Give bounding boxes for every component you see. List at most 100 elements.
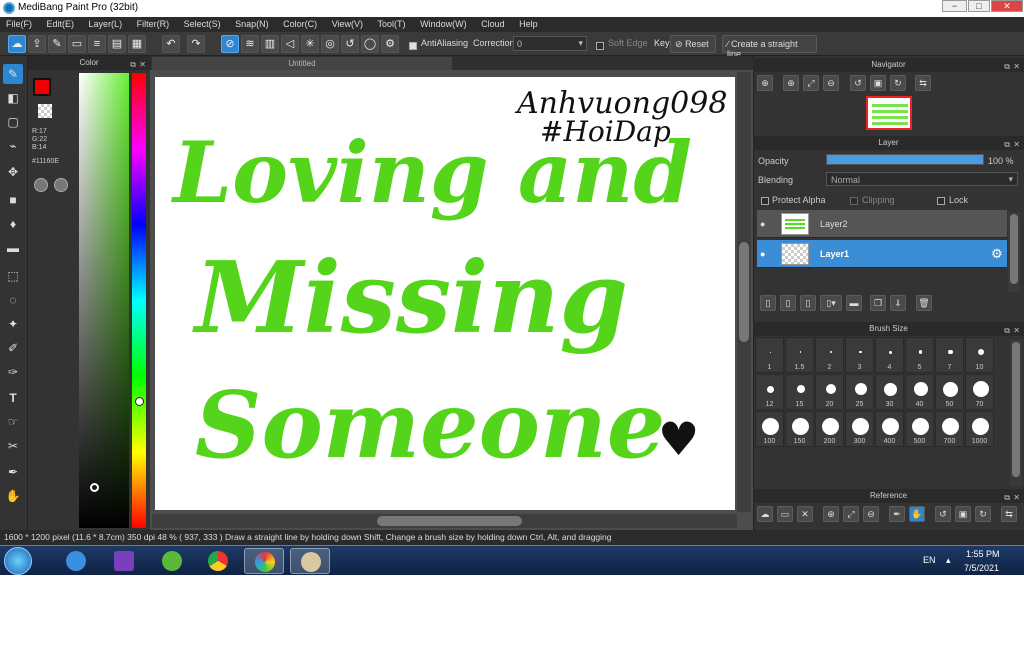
palette-add-icon[interactable] bbox=[54, 178, 68, 192]
menu-select[interactable]: Select(S) bbox=[178, 17, 227, 29]
rotate-left-icon[interactable]: ↺ bbox=[850, 75, 866, 91]
blending-select[interactable]: Normal ▾ bbox=[826, 172, 1018, 186]
menu-layer[interactable]: Layer(L) bbox=[83, 17, 129, 29]
brush-size-cell[interactable]: 4 bbox=[875, 337, 904, 373]
close-icon[interactable]: ✕ bbox=[1013, 60, 1020, 74]
comment-icon[interactable]: ✎ bbox=[48, 35, 66, 53]
reset-button[interactable]: ⊘ Reset bbox=[670, 35, 716, 53]
fit-window-icon[interactable]: ▣ bbox=[955, 506, 971, 522]
new-layer-icon[interactable]: ▯ bbox=[760, 295, 776, 311]
menu-snap[interactable]: Snap(N) bbox=[229, 17, 275, 29]
menu-filter[interactable]: Filter(R) bbox=[131, 17, 176, 29]
fit-icon[interactable]: ⤢ bbox=[803, 75, 819, 91]
brush-size-cell[interactable]: 12 bbox=[755, 374, 784, 410]
brush-size-cell[interactable]: 400 bbox=[875, 411, 904, 447]
close-icon[interactable]: ✕ bbox=[1013, 491, 1020, 505]
menu-color[interactable]: Color(C) bbox=[277, 17, 323, 29]
horizontal-scrollbar[interactable] bbox=[152, 514, 737, 528]
fit-window-icon[interactable]: ▣ bbox=[870, 75, 886, 91]
start-button[interactable] bbox=[4, 547, 32, 575]
transparent-swatch[interactable] bbox=[38, 104, 52, 118]
brush-scrollbar[interactable] bbox=[1010, 340, 1022, 486]
taskbar-internet-explorer[interactable] bbox=[56, 548, 96, 574]
zoom-out-icon[interactable]: ⊖ bbox=[863, 506, 879, 522]
hand-icon[interactable]: ✋ bbox=[909, 506, 925, 522]
menu-file[interactable]: File(F) bbox=[0, 17, 38, 29]
protect-alpha-checkbox[interactable] bbox=[761, 195, 769, 205]
undock-icon[interactable]: ⧉ bbox=[1004, 491, 1010, 505]
eraser-icon[interactable]: ◧ bbox=[3, 88, 23, 108]
language-indicator[interactable]: EN bbox=[923, 555, 936, 565]
brush-size-cell[interactable]: 150 bbox=[785, 411, 814, 447]
operation-icon[interactable]: ☞ bbox=[3, 412, 23, 432]
hue-slider[interactable] bbox=[132, 73, 146, 528]
close-reference-icon[interactable]: ✕ bbox=[797, 506, 813, 522]
flip-icon[interactable]: ⇆ bbox=[915, 75, 931, 91]
layer-row-layer2[interactable]: ● Layer2 bbox=[757, 210, 1007, 238]
undock-icon[interactable]: ⧉ bbox=[1004, 60, 1010, 74]
parallel-snap-icon[interactable]: ≋ bbox=[241, 35, 259, 53]
eyedropper-icon[interactable]: ✒ bbox=[3, 462, 23, 482]
menu-edit[interactable]: Edit(E) bbox=[41, 17, 81, 29]
clipping-checkbox[interactable] bbox=[850, 195, 858, 205]
brush-size-cell[interactable]: 2 bbox=[815, 337, 844, 373]
brush-size-cell[interactable]: 700 bbox=[935, 411, 964, 447]
soft-edge-checkbox[interactable] bbox=[596, 40, 604, 50]
menu-tool[interactable]: Tool(T) bbox=[372, 17, 412, 29]
redo-icon[interactable]: ↷ bbox=[187, 35, 205, 53]
radial-snap-icon[interactable]: ✳ bbox=[301, 35, 319, 53]
new-halftone-layer-icon[interactable]: ▯ bbox=[800, 295, 816, 311]
brush-size-cell[interactable]: 50 bbox=[935, 374, 964, 410]
cross-snap-icon[interactable]: ▥ bbox=[261, 35, 279, 53]
eye-icon[interactable]: ● bbox=[760, 249, 765, 259]
palette-icon[interactable] bbox=[34, 178, 48, 192]
lasso-icon[interactable]: ◌ bbox=[3, 290, 23, 310]
grid-icon[interactable]: ▦ bbox=[128, 35, 146, 53]
fill-rect-icon[interactable]: ■ bbox=[3, 190, 23, 210]
menu-help[interactable]: Help bbox=[513, 17, 544, 29]
new-color-layer-icon[interactable]: ▯ bbox=[780, 295, 796, 311]
zoom-in-icon[interactable]: ⊕ bbox=[823, 506, 839, 522]
dot-icon[interactable]: ▢ bbox=[3, 112, 23, 132]
layer-row-layer1[interactable]: ● Layer1 ⚙ bbox=[757, 240, 1007, 268]
rotate-right-icon[interactable]: ↻ bbox=[890, 75, 906, 91]
eye-icon[interactable]: ● bbox=[760, 219, 765, 229]
navigator-thumbnail[interactable] bbox=[866, 96, 912, 130]
open-folder-icon[interactable]: ▭ bbox=[777, 506, 793, 522]
fit-icon[interactable]: ⤢ bbox=[843, 506, 859, 522]
undock-icon[interactable]: ⧉ bbox=[1004, 324, 1010, 338]
brush-size-cell[interactable]: 500 bbox=[905, 411, 934, 447]
hue-slider-handle[interactable] bbox=[135, 397, 144, 406]
ellipse-snap-icon[interactable]: ◯ bbox=[361, 35, 379, 53]
brush-size-cell[interactable]: 1 bbox=[755, 337, 784, 373]
brush-size-cell[interactable]: 20 bbox=[815, 374, 844, 410]
taskbar-paint[interactable] bbox=[290, 548, 330, 574]
divide-icon[interactable]: ✂ bbox=[3, 436, 23, 456]
settings-gear-icon[interactable]: ⚙ bbox=[381, 35, 399, 53]
blur-icon[interactable]: ⌁ bbox=[3, 136, 23, 156]
undock-icon[interactable]: ⧉ bbox=[1004, 138, 1010, 152]
taskbar-medibang[interactable] bbox=[244, 548, 284, 574]
brush-size-cell[interactable]: 1000 bbox=[965, 411, 994, 447]
clock-time[interactable]: 1:55 PM bbox=[966, 549, 1000, 559]
eyedropper-icon[interactable]: ✒ bbox=[889, 506, 905, 522]
document-tab[interactable]: Untitled bbox=[152, 57, 452, 70]
brush-size-cell[interactable]: 5 bbox=[905, 337, 934, 373]
drawing-canvas[interactable]: Anhvuong098 #HoiDap Loving and Missing S… bbox=[155, 77, 735, 510]
straight-line-button[interactable]: ∕ Create a straight line bbox=[722, 35, 817, 59]
picker-cursor[interactable] bbox=[90, 483, 99, 492]
rotate-left-icon[interactable]: ↺ bbox=[935, 506, 951, 522]
taskbar-visual-studio[interactable] bbox=[104, 548, 144, 574]
trash-icon[interactable]: 🗑 bbox=[916, 295, 932, 311]
correction-select[interactable]: 0 ▾ bbox=[513, 36, 587, 51]
opacity-slider[interactable] bbox=[826, 154, 984, 165]
page-icon[interactable]: ▤ bbox=[108, 35, 126, 53]
brush-size-cell[interactable]: 30 bbox=[875, 374, 904, 410]
vertical-scroll-thumb[interactable] bbox=[739, 242, 749, 342]
bucket-icon[interactable]: ♦ bbox=[3, 214, 23, 234]
brush-size-cell[interactable]: 1.5 bbox=[785, 337, 814, 373]
brush-size-cell[interactable]: 40 bbox=[905, 374, 934, 410]
folder-icon[interactable]: ▬ bbox=[846, 295, 862, 311]
foreground-color-swatch[interactable] bbox=[33, 78, 51, 96]
magic-wand-icon[interactable]: ✦ bbox=[3, 314, 23, 334]
